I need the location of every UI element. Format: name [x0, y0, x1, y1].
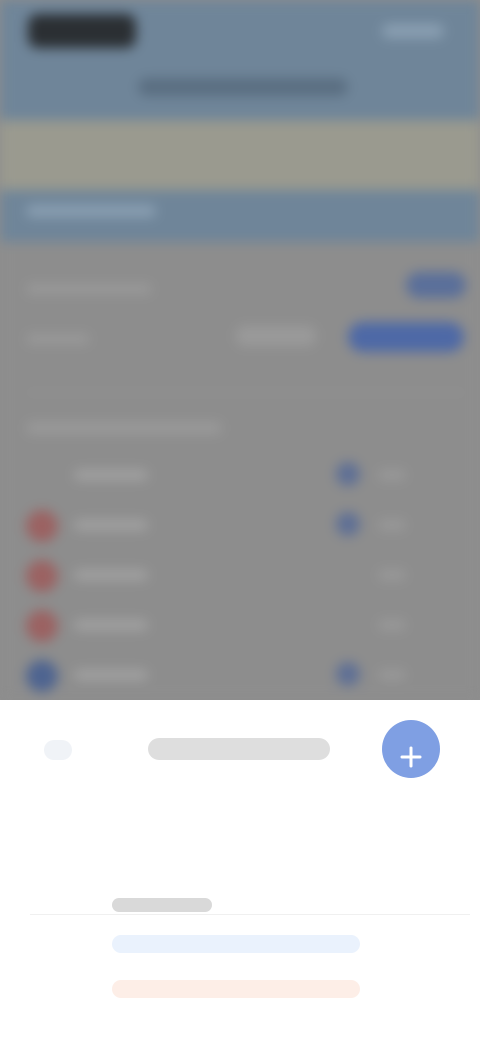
info-bar	[112, 935, 360, 953]
warning-bar	[112, 980, 360, 998]
list-item-name	[74, 570, 148, 580]
avatar	[26, 510, 58, 542]
list-item-meta	[378, 620, 406, 630]
top-app-bar	[0, 0, 480, 120]
list-item-status	[336, 512, 360, 536]
list-item	[26, 460, 466, 492]
tabs-divider	[30, 914, 470, 915]
divider	[26, 392, 466, 393]
list-item-meta	[378, 570, 406, 580]
list-item	[26, 660, 466, 692]
list-item-status	[336, 662, 360, 686]
section-header-label	[26, 205, 156, 217]
list-item-name	[74, 470, 148, 480]
sheet-tabs	[30, 890, 470, 938]
plus-icon	[400, 746, 422, 767]
avatar	[26, 560, 58, 592]
list-item	[26, 560, 466, 592]
list-item	[26, 610, 466, 642]
list-item-meta	[378, 520, 406, 530]
input-field	[236, 326, 316, 346]
page-title	[138, 78, 348, 96]
list-item-status	[336, 462, 360, 486]
field-label-secondary	[26, 334, 90, 344]
list-item	[26, 510, 466, 542]
blurred-background	[0, 0, 480, 700]
field-label	[26, 284, 152, 294]
list-item-name	[74, 620, 148, 630]
top-right-action	[382, 24, 444, 38]
list-item-status	[336, 612, 360, 636]
list-item-status	[336, 562, 360, 586]
avatar	[26, 460, 58, 492]
tab-active[interactable]	[112, 898, 212, 912]
list-item-name	[74, 670, 148, 680]
small-action-button	[406, 272, 466, 298]
list-section-label	[26, 422, 222, 434]
app-logo	[28, 14, 136, 48]
info-banner	[0, 120, 480, 190]
list-item-name	[74, 520, 148, 530]
sheet-title	[148, 738, 330, 760]
add-button[interactable]	[382, 720, 440, 778]
primary-action-button	[348, 322, 464, 352]
list-item-meta	[378, 670, 406, 680]
avatar	[26, 660, 58, 692]
sheet-back-handle[interactable]	[44, 740, 72, 760]
avatar	[26, 610, 58, 642]
list-item-meta	[378, 470, 406, 480]
